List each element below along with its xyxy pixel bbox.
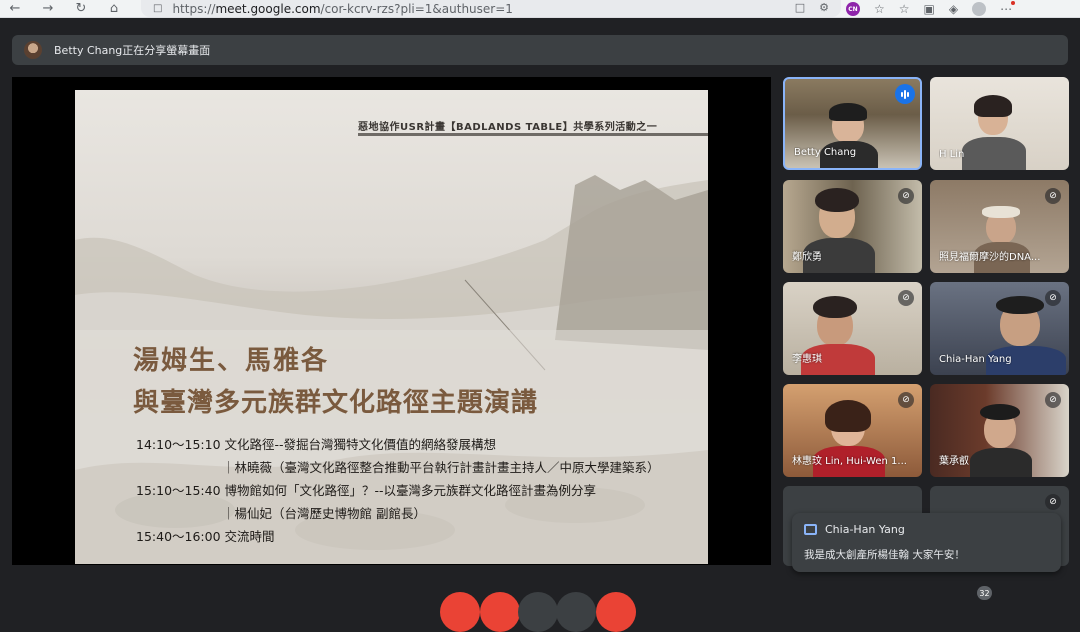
present-button[interactable] [556,592,596,632]
captions-button[interactable] [518,592,558,632]
url-prefix: https:// [172,1,216,16]
participant-tile[interactable]: ⊘ 林惠玟 Lin, Hui-Wen 1... [783,384,922,477]
slide-header-divider [358,133,708,136]
agenda-line: 14:10～15:10 文化路徑--發掘台灣獨特文化價值的網絡發展構想 [136,437,497,452]
mic-off-icon: ⊘ [898,188,914,204]
chat-bubble-icon [804,524,817,535]
url-path: /cor-kcrv-rzs?pli=1&authuser=1 [320,1,513,16]
address-bar[interactable]: □ https://meet.google.com/cor-kcrv-rzs?p… [141,0,841,17]
favorites-icon[interactable]: ☆ [899,2,910,16]
camera-icon[interactable]: □ [795,1,805,14]
participant-tile[interactable]: ⊘ 鄭欣勇 [783,180,922,273]
participant-name: 林惠玟 Lin, Hui-Wen 1... [792,456,907,467]
agenda-line: 15:10～15:40 博物館如何「文化路徑」？--以臺灣多元族群文化路徑計畫為… [136,483,597,498]
participant-tile[interactable]: ⊘ 李惠琪 [783,282,922,375]
home-icon[interactable]: ⌂ [103,0,125,18]
extension-badge-icon[interactable]: CN [846,2,860,16]
chat-notification[interactable]: Chia-Han Yang 我是成大創產所楊佳翰 大家午安！ [792,513,1061,572]
leave-call-button[interactable] [596,592,636,632]
mic-off-icon: ⊘ [1045,392,1061,408]
back-arrow-icon[interactable]: ← [4,0,26,18]
agenda-line: ｜林曉薇（臺灣文化路徑整合推動平台執行計畫計畫主持人／中原大學建築系） [222,460,660,475]
people-count-badge: 32 [977,586,992,600]
nav-buttons: ← → ↻ ⌂ [4,0,125,18]
participant-tile[interactable]: H Lin [930,77,1069,170]
shared-slide: 惡地協作USR計畫【BADLANDS TABLE】共學系列活動之一 湯姆生、馬雅… [75,90,708,564]
browser-toolbar: ← → ↻ ⌂ □ https://meet.google.com/cor-kc… [0,0,1080,18]
mic-off-icon: ⊘ [1045,290,1061,306]
reload-icon[interactable]: ↻ [70,0,92,18]
participant-tile[interactable]: Betty Chang [783,77,922,170]
mic-off-icon: ⊘ [1045,188,1061,204]
participant-tile[interactable]: ⊘ Chia-Han Yang [930,282,1069,375]
participant-name: 李惠琪 [792,354,822,365]
url-host: meet.google.com [215,1,321,16]
agenda-line: ｜楊仙妃（台灣歷史博物館 副館長） [222,506,426,521]
mic-off-icon: ⊘ [898,392,914,408]
chat-sender: Chia-Han Yang [825,523,905,536]
presentation-stage[interactable]: 惡地協作USR計畫【BADLANDS TABLE】共學系列活動之一 湯姆生、馬雅… [12,77,771,565]
puzzle-icon[interactable]: ☆ [874,2,885,16]
participant-name: 葉承叡 [939,456,969,467]
participant-name: Chia-Han Yang [939,354,1012,365]
participant-name: 鄭欣勇 [792,252,822,263]
mic-off-icon: ⊘ [898,290,914,306]
browser-extensions: CN ☆ ☆ ▣ ◈ ⋯ [846,0,1016,18]
forward-arrow-icon[interactable]: → [37,0,59,18]
chat-message: 我是成大創產所楊佳翰 大家午安！ [804,549,965,561]
collections-icon[interactable]: ▣ [924,2,935,16]
participant-name: H Lin [939,149,965,160]
agenda-line: 15:40～16:00 交流時間 [136,529,275,544]
more-menu-icon[interactable]: ⋯ [1000,1,1016,16]
mic-toggle-button[interactable] [440,592,480,632]
mic-off-icon: ⊘ [1045,494,1061,510]
participant-name: Betty Chang [794,147,857,158]
participant-tile[interactable]: ⊘ 葉承叡 [930,384,1069,477]
presenter-avatar [24,41,42,59]
extensions-icon[interactable]: ◈ [949,2,958,16]
participant-name: 照見福爾摩沙的DNA... [939,252,1041,263]
camera-toggle-button[interactable] [480,592,520,632]
site-settings-icon[interactable]: ⚙ [819,1,829,14]
presenting-banner: Betty Chang正在分享螢幕畫面 [12,35,1068,65]
slide-header: 惡地協作USR計畫【BADLANDS TABLE】共學系列活動之一 [358,122,658,133]
lock-icon: □ [153,3,163,14]
profile-avatar[interactable] [972,2,987,16]
slide-title-line2: 與臺灣多元族群文化路徑主題演講 [133,388,539,418]
slide-title-line1: 湯姆生、馬雅各 [133,346,330,376]
speaking-indicator-icon [895,84,915,104]
participant-tile[interactable]: ⊘ 照見福爾摩沙的DNA... [930,180,1069,273]
presenting-text: Betty Chang正在分享螢幕畫面 [54,44,211,57]
